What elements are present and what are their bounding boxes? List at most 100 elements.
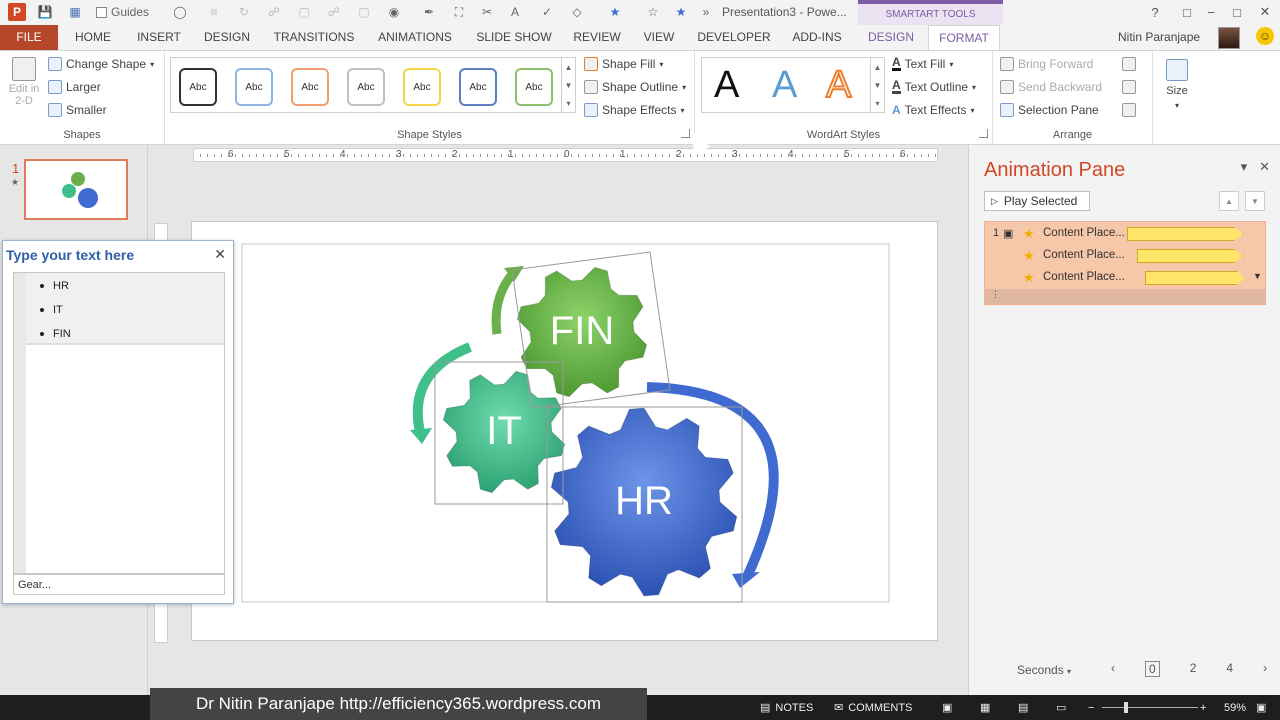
smaller-button[interactable]: Smaller	[48, 103, 107, 117]
slideshow-icon[interactable]: ▭	[1056, 698, 1066, 717]
normal-view-icon[interactable]: ▣	[942, 698, 952, 717]
layout-description-link[interactable]: Gear...	[13, 574, 225, 595]
tab-view[interactable]: VIEW	[638, 25, 680, 50]
selection-pane-button[interactable]: Selection Pane	[1000, 103, 1099, 117]
help-button[interactable]: ?	[1140, 2, 1170, 22]
tab-animations[interactable]: ANIMATIONS	[372, 25, 458, 50]
zoom-out-icon[interactable]: −	[1088, 698, 1094, 717]
text-pane-list[interactable]: HR IT FIN	[13, 272, 225, 574]
list-item[interactable]: FIN	[40, 328, 71, 340]
shape-style-6[interactable]: Abc	[459, 68, 497, 106]
tab-file[interactable]: FILE	[0, 25, 58, 50]
tab-home[interactable]: HOME	[68, 25, 118, 50]
size-button[interactable]: Size ▾	[1166, 59, 1188, 110]
tab-add-ins[interactable]: ADD-INS	[786, 25, 848, 50]
fullscreen-icon[interactable]: ⛶	[450, 3, 468, 21]
fit-to-window-icon[interactable]: ▣	[1256, 698, 1266, 717]
reading-view-icon[interactable]: ▤	[1018, 698, 1028, 717]
chevron-down-icon[interactable]: ▼	[1253, 271, 1262, 281]
wordart-style-black[interactable]: A	[714, 64, 739, 107]
tab-smartart-design[interactable]: DESIGN	[862, 25, 920, 50]
tab-developer[interactable]: DEVELOPER	[694, 25, 774, 50]
timeline-scale[interactable]: ‹ 0 2 4 ›	[1111, 661, 1267, 677]
avatar[interactable]	[1218, 27, 1240, 49]
text-effects-button[interactable]: A Text Effects ▾	[892, 103, 975, 117]
zoom-slider-thumb[interactable]	[1124, 702, 1128, 713]
fit-icon[interactable]: ✂	[478, 3, 496, 21]
wordart-style-blue[interactable]: A	[772, 64, 797, 107]
slides-icon[interactable]: ▦	[66, 3, 84, 21]
slide-sorter-icon[interactable]: ▦	[980, 698, 990, 717]
smartart-graphic[interactable]: FIN IT HR	[192, 222, 939, 642]
tag-icon[interactable]: ◇	[566, 3, 588, 21]
timing-bar[interactable]	[1127, 227, 1243, 241]
zoom-in-icon[interactable]: +	[1200, 698, 1206, 717]
animation-row[interactable]: ★ Content Place... ▼	[985, 267, 1265, 289]
group-button[interactable]	[1122, 80, 1136, 94]
eyedropper-icon[interactable]: ✓	[538, 3, 556, 21]
timing-bar[interactable]	[1137, 249, 1243, 263]
notes-button[interactable]: ▤ NOTES	[760, 698, 813, 717]
rotate-button[interactable]	[1122, 103, 1136, 117]
tab-transitions[interactable]: TRANSITIONS	[270, 25, 358, 50]
chevron-down-icon[interactable]: ▼	[874, 81, 882, 90]
tab-slide-show[interactable]: SLIDE SHOW	[474, 25, 554, 50]
shape-style-4[interactable]: Abc	[347, 68, 385, 106]
shape-fill-button[interactable]: Shape Fill ▾	[584, 57, 663, 71]
pane-options-icon[interactable]: ▾	[1241, 159, 1248, 175]
slide-canvas[interactable]: FIN IT HR	[191, 221, 938, 641]
chevron-down-icon[interactable]: ▼	[565, 81, 573, 90]
tab-insert[interactable]: INSERT	[132, 25, 186, 50]
text-fill-button[interactable]: A Text Fill ▾	[892, 56, 953, 71]
move-down-button[interactable]: ▼	[1245, 191, 1265, 211]
shape-icon[interactable]: ◯	[170, 3, 190, 21]
close-icon[interactable]: ✕	[1259, 159, 1270, 175]
list-item[interactable]: HR	[40, 280, 69, 292]
align-button[interactable]	[1122, 57, 1136, 71]
slide-thumbnail[interactable]	[24, 159, 128, 220]
star-icon[interactable]: ★	[604, 3, 626, 21]
user-name[interactable]: Nitin Paranjape	[1118, 30, 1200, 44]
chevron-up-icon[interactable]: ▲	[565, 63, 573, 72]
play-selected-button[interactable]: ▷ Play Selected	[984, 191, 1090, 211]
guides-checkbox[interactable]: Guides	[96, 3, 166, 21]
effects-icon[interactable]: ★	[672, 3, 690, 21]
more-commands-icon[interactable]: »	[698, 3, 714, 21]
shape-style-1[interactable]: Abc	[179, 68, 217, 106]
gallery-scroll[interactable]: ▲ ▼ ▾	[561, 58, 575, 112]
seconds-dropdown[interactable]: Seconds ▾	[1017, 663, 1071, 677]
close-icon[interactable]: ✕	[214, 246, 226, 263]
tab-design[interactable]: DESIGN	[198, 25, 256, 50]
save-icon[interactable]: 💾	[36, 3, 54, 21]
shape-style-5[interactable]: Abc	[403, 68, 441, 106]
close-button[interactable]: ✕	[1250, 2, 1280, 22]
tab-review[interactable]: REVIEW	[570, 25, 624, 50]
animation-row[interactable]: ★ Content Place...	[985, 245, 1265, 267]
pen-icon[interactable]: ✒	[420, 3, 438, 21]
shape-style-7[interactable]: Abc	[515, 68, 553, 106]
wordart-launcher-icon[interactable]	[979, 129, 988, 138]
larger-button[interactable]: Larger	[48, 80, 101, 94]
tab-smartart-format[interactable]: FORMAT	[928, 25, 1000, 50]
zoom-slider[interactable]	[1102, 707, 1198, 708]
wordart-style-orange[interactable]: A	[825, 63, 852, 107]
timing-bar[interactable]	[1145, 271, 1245, 285]
animation-row[interactable]: 1 ▣ ★ Content Place...	[985, 223, 1265, 245]
move-up-button[interactable]: ▲	[1219, 191, 1239, 211]
comments-button[interactable]: ✉ COMMENTS	[834, 698, 912, 717]
gallery-more-icon[interactable]: ▾	[875, 99, 879, 108]
wordart-gallery-scroll[interactable]: ▲ ▼ ▾	[870, 58, 884, 112]
transparency-icon[interactable]: ◉	[385, 3, 403, 21]
zoom-level[interactable]: 59%	[1224, 698, 1246, 717]
shape-effects-button[interactable]: Shape Effects ▾	[584, 103, 685, 117]
maximize-button[interactable]: □	[1222, 2, 1252, 22]
powerpoint-logo-icon[interactable]: P	[8, 3, 26, 21]
scroll-left-icon[interactable]: ‹	[1111, 661, 1115, 677]
text-direction-icon[interactable]: A	[506, 3, 524, 21]
list-item[interactable]: IT	[40, 304, 63, 316]
chevron-up-icon[interactable]: ▲	[874, 63, 882, 72]
shape-style-2[interactable]: Abc	[235, 68, 273, 106]
text-outline-button[interactable]: A Text Outline ▾	[892, 79, 976, 94]
shape-outline-button[interactable]: Shape Outline ▾	[584, 80, 686, 94]
star-outline-icon[interactable]: ☆	[644, 3, 662, 21]
